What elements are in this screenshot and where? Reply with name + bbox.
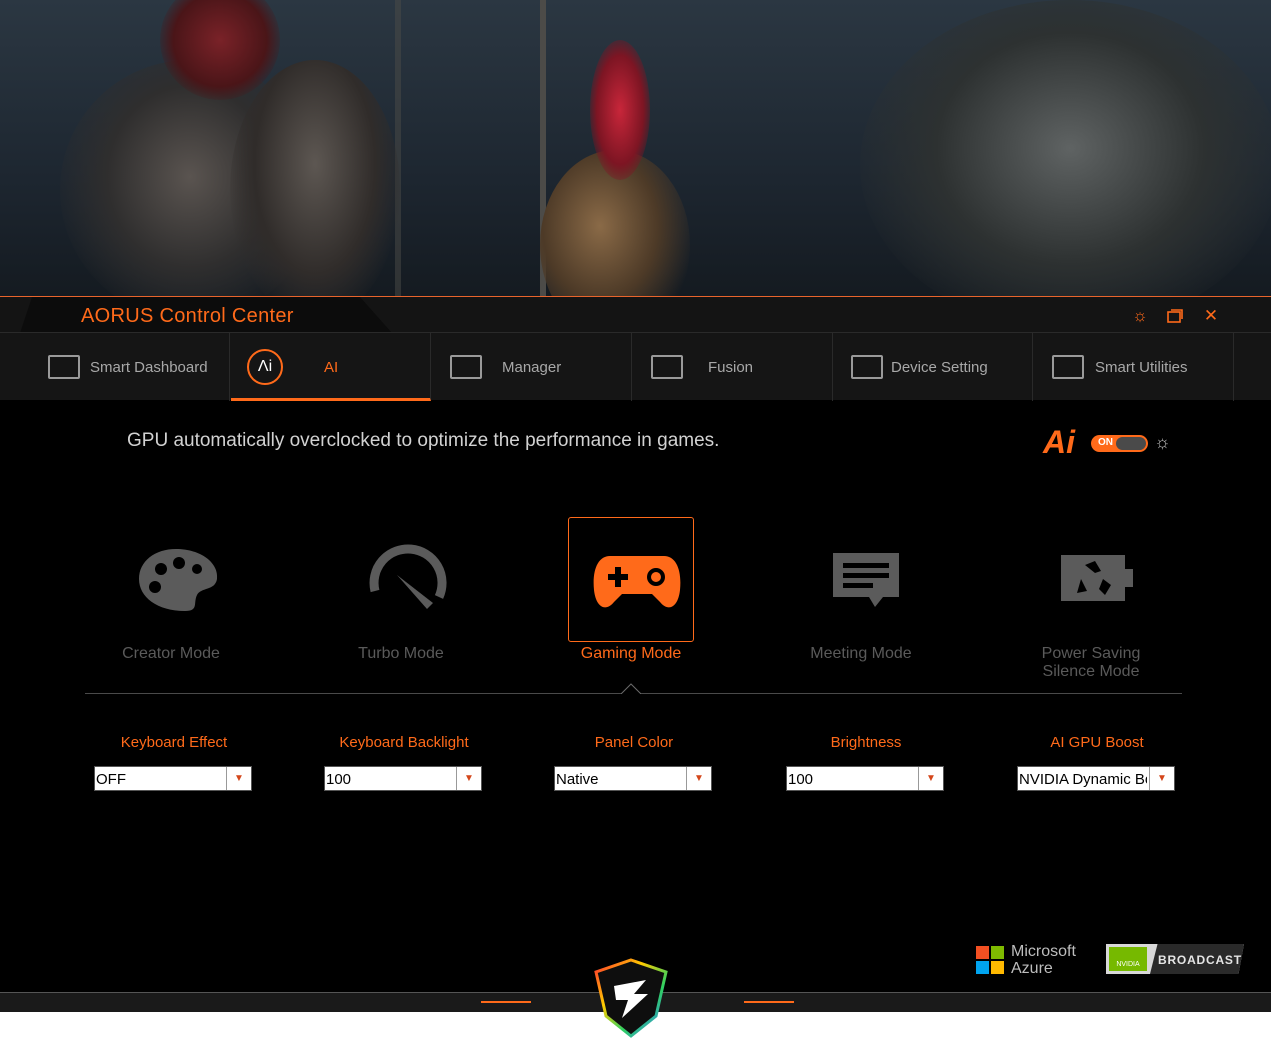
keyboard-effect-select[interactable]: OFF ▼ [94, 766, 252, 791]
broadcast-label: BROADCAST [1158, 953, 1242, 967]
azure-text: Azure [1011, 960, 1053, 977]
setting-keyboard-backlight: Keyboard Backlight 100 ▼ [324, 734, 484, 791]
tab-label: Device Setting [891, 359, 988, 376]
tab-ai[interactable]: Λi AI [231, 333, 431, 401]
setting-label: Keyboard Effect [120, 734, 228, 751]
bottom-accent [481, 1001, 531, 1003]
dashboard-icon [48, 355, 80, 379]
dropdown-arrow-icon[interactable]: ▼ [226, 767, 251, 790]
select-value: 100 [326, 771, 352, 788]
microsoft-logo-icon [976, 946, 1004, 974]
tab-manager[interactable]: Manager [432, 333, 632, 401]
tab-label: Fusion [708, 359, 754, 376]
mode-tile [338, 517, 464, 642]
setting-brightness: Brightness 100 ▼ [786, 734, 946, 791]
setting-panel-color: Panel Color Native ▼ [554, 734, 714, 791]
mode-label-line: Power Saving [1041, 645, 1141, 662]
dropdown-arrow-icon[interactable]: ▼ [918, 767, 943, 790]
mode-label: Power Saving Silence Mode [1001, 645, 1181, 681]
setting-ai-gpu-boost: AI GPU Boost NVIDIA Dynamic Boost ▼ [1017, 734, 1177, 791]
mode-tile [568, 517, 694, 642]
setting-label: Brightness [830, 734, 902, 751]
mode-tile [798, 517, 924, 642]
tab-smart-dashboard[interactable]: Smart Dashboard [30, 333, 230, 401]
settings-icon[interactable]: ☼ [1129, 305, 1151, 327]
select-value: Native [556, 771, 599, 788]
tab-device-setting[interactable]: Device Setting [833, 333, 1033, 401]
mode-label: Creator Mode [122, 645, 220, 662]
keyboard-backlight-select[interactable]: 100 ▼ [324, 766, 482, 791]
microsoft-text: Microsoft [1011, 943, 1076, 960]
dropdown-arrow-icon[interactable]: ▼ [686, 767, 711, 790]
ai-gpu-boost-select[interactable]: NVIDIA Dynamic Boost ▼ [1017, 766, 1175, 791]
ai-description: GPU automatically overclocked to optimiz… [127, 430, 720, 451]
mode-meeting[interactable]: Meeting Mode [771, 517, 951, 687]
palette-icon [139, 549, 218, 611]
eco-battery-icon [1061, 555, 1133, 601]
tab-label: Smart Utilities [1095, 359, 1188, 376]
toggle-knob [1116, 437, 1146, 450]
speedometer-icon [369, 544, 447, 609]
mode-label: Meeting Mode [810, 645, 912, 662]
aorus-logo-icon [594, 958, 668, 1038]
setting-keyboard-effect: Keyboard Effect OFF ▼ [94, 734, 254, 791]
panel-color-select[interactable]: Native ▼ [554, 766, 712, 791]
ai-logo: Ai [1043, 424, 1075, 460]
ai-settings-icon[interactable]: ☼ [1154, 432, 1171, 453]
main-nav: Smart Dashboard Λi AI Manager Fusion Dev… [0, 332, 1271, 401]
utilities-icon [1052, 355, 1084, 379]
rgb-keyboard-icon [651, 355, 683, 379]
title-bar[interactable]: AORUS Control Center ☼ ✕ [0, 296, 1271, 333]
mode-label: Gaming Mode [580, 645, 682, 662]
microsoft-azure-text: Microsoft Azure [1011, 943, 1076, 977]
select-value: 100 [788, 771, 814, 788]
tab-smart-utilities[interactable]: Smart Utilities [1034, 333, 1234, 401]
ai-toggle[interactable]: ON [1091, 435, 1148, 452]
app-title: AORUS Control Center [81, 305, 294, 327]
tab-fusion[interactable]: Fusion [633, 333, 833, 401]
select-value: NVIDIA Dynamic Boost [1019, 771, 1147, 788]
mode-tile [1028, 517, 1154, 642]
selection-notch-icon [621, 683, 641, 694]
mode-label: Turbo Mode [358, 645, 444, 662]
restore-icon[interactable] [1164, 305, 1186, 327]
setting-label: AI GPU Boost [1050, 734, 1144, 751]
background-crest [590, 40, 650, 180]
setting-label: Panel Color [594, 734, 674, 751]
brightness-select[interactable]: 100 ▼ [786, 766, 944, 791]
background-helmet [230, 60, 400, 300]
close-icon[interactable]: ✕ [1200, 305, 1222, 327]
mode-turbo[interactable]: Turbo Mode [311, 517, 491, 687]
bottom-accent [744, 1001, 794, 1003]
ai-icon: Λi [247, 349, 283, 385]
background-helmet [860, 0, 1271, 300]
chat-icon [833, 553, 899, 607]
mode-tile [108, 517, 234, 642]
device-icon [851, 355, 883, 379]
dropdown-arrow-icon[interactable]: ▼ [1149, 767, 1174, 790]
mode-creator[interactable]: Creator Mode [81, 517, 261, 687]
mode-gaming[interactable]: Gaming Mode [541, 517, 721, 687]
app-window: AORUS Control Center ☼ ✕ Smart Dashboard… [0, 296, 1271, 1012]
setting-label: Keyboard Backlight [339, 734, 469, 751]
mode-label-line: Silence Mode [1042, 663, 1140, 680]
tab-label: AI [324, 359, 339, 376]
toggle-label: ON [1098, 437, 1113, 448]
gamepad-icon [593, 556, 681, 608]
select-value: OFF [96, 771, 126, 788]
background-scene [0, 0, 1271, 300]
mode-power-saving[interactable]: Power Saving Silence Mode [1001, 517, 1181, 687]
keyboard-icon [450, 355, 482, 379]
nvidia-logo-icon: NVIDIA [1109, 947, 1147, 971]
dropdown-arrow-icon[interactable]: ▼ [456, 767, 481, 790]
tab-label: Manager [502, 359, 562, 376]
tab-label: Smart Dashboard [90, 359, 208, 376]
